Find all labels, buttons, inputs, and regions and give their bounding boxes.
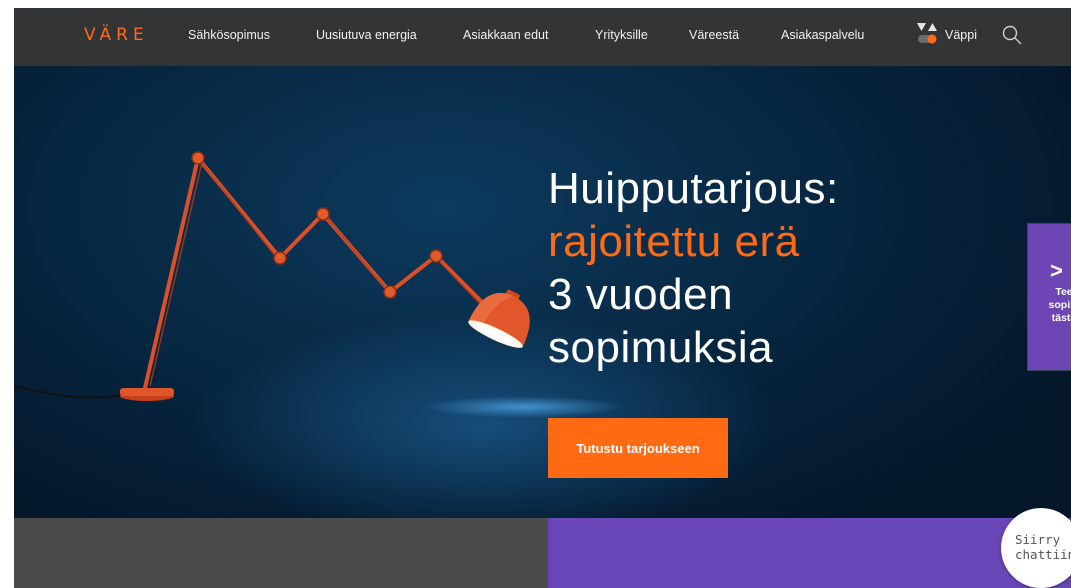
side-tab-text: Tee sopim tästä: [1034, 286, 1071, 325]
side-tab-line-2: sopim: [1048, 299, 1071, 311]
hero-headline: Huipputarjous: rajoitettu erä 3 vuoden s…: [548, 162, 839, 374]
chat-label-line-2: chattiin: [1015, 547, 1071, 562]
chevron-right-icon: >: [1050, 258, 1063, 283]
search-icon[interactable]: [1001, 24, 1023, 46]
nav-item-vareesta[interactable]: Väreestä: [689, 28, 739, 42]
chat-label-line-1: Siirry: [1015, 532, 1061, 547]
orange-desk-lamp-image: [14, 151, 530, 401]
bottom-panel-right: [548, 518, 1071, 588]
side-tab-line-3: tästä: [1051, 312, 1071, 324]
explore-offer-button[interactable]: Tutustu tarjoukseen: [548, 418, 728, 478]
chat-button[interactable]: Siirry chattiin: [1001, 508, 1071, 588]
headline-line-4: sopimuksia: [548, 323, 774, 372]
vappi-label: Väppi: [945, 28, 977, 42]
nav-item-asiakaspalvelu[interactable]: Asiakaspalvelu: [781, 28, 864, 42]
top-nav: VÄRE Sähkösopimus Uusiutuva energia Asia…: [14, 8, 1071, 66]
nav-item-sahkosopimus[interactable]: Sähkösopimus: [188, 28, 270, 42]
vappi-logo-icon: [917, 23, 937, 44]
bottom-panel-left: [14, 518, 548, 588]
nav-item-yrityksille[interactable]: Yrityksille: [595, 28, 648, 42]
side-tab-line-1: Tee: [1055, 286, 1071, 298]
nav-item-asiakkaan-edut[interactable]: Asiakkaan edut: [463, 28, 548, 42]
headline-line-1: Huipputarjous:: [548, 164, 839, 213]
headline-line-2-accent: rajoitettu erä: [548, 217, 800, 266]
make-contract-side-tab[interactable]: > Tee sopim tästä: [1028, 224, 1071, 370]
nav-item-uusiutuva-energia[interactable]: Uusiutuva energia: [316, 28, 417, 42]
headline-line-3: 3 vuoden: [548, 270, 734, 319]
hero-banner: Huipputarjous: rajoitettu erä 3 vuoden s…: [14, 66, 1071, 518]
page-frame: VÄRE Sähkösopimus Uusiutuva energia Asia…: [14, 8, 1071, 588]
vare-logo[interactable]: VÄRE: [84, 25, 149, 45]
